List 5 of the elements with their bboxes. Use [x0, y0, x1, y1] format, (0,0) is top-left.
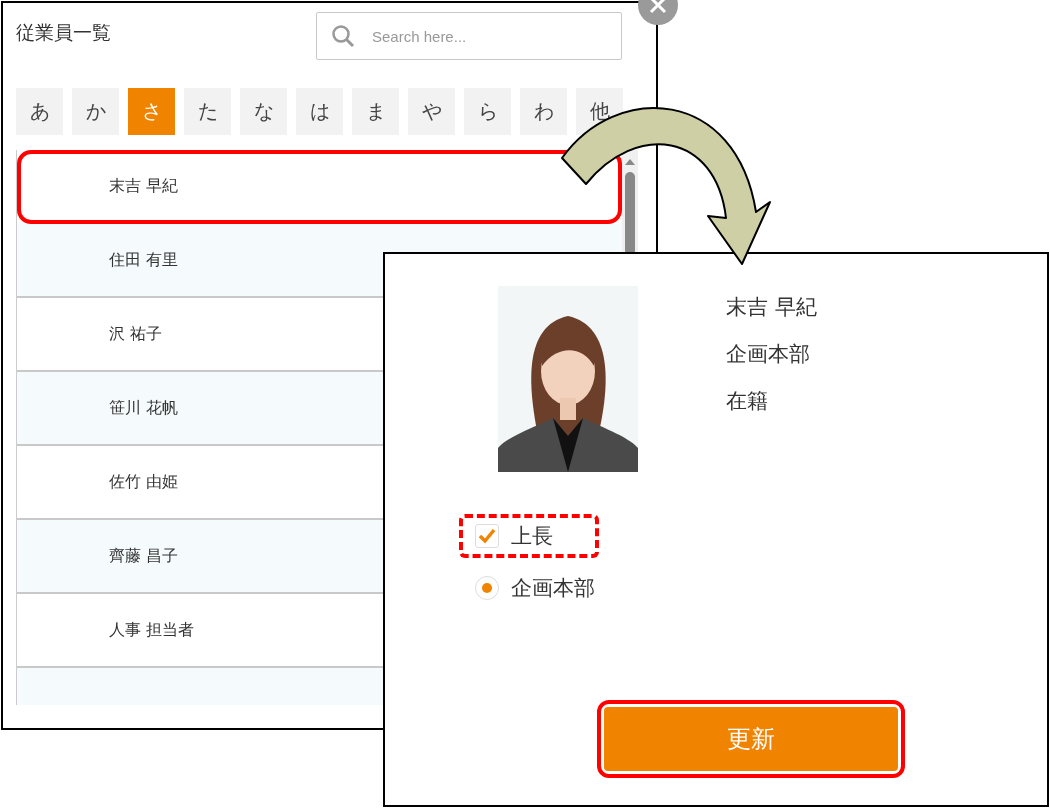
status-text: 在籍	[726, 388, 769, 415]
employee-name: 末吉 早紀	[726, 294, 817, 321]
checkbox-label: 上長	[511, 523, 553, 550]
department-text: 企画本部	[726, 341, 811, 368]
panel-title: 従業員一覧	[16, 20, 111, 45]
